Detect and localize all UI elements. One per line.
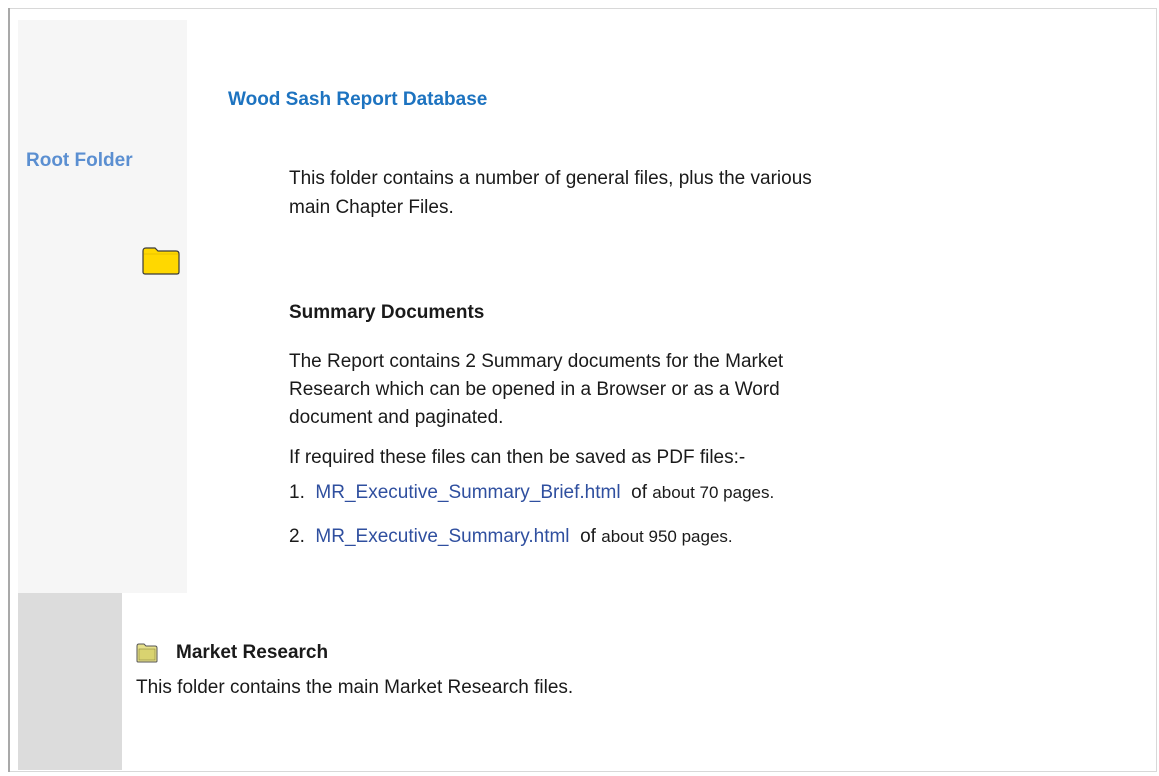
sidebar-panel (18, 20, 187, 593)
list-item: 2. MR_Executive_Summary.html of about 95… (289, 526, 733, 548)
page-title: Wood Sash Report Database (228, 89, 488, 110)
intro-line-1: This folder contains a number of general… (289, 168, 812, 189)
left-divider (8, 8, 10, 772)
list-number: 2. (289, 526, 305, 547)
of-text: of (580, 526, 596, 547)
sidebar-panel-lower (18, 593, 122, 770)
market-research-description: This folder contains the main Market Res… (136, 677, 574, 698)
of-text: of (631, 482, 647, 503)
market-research-title[interactable]: Market Research (176, 642, 328, 664)
list-number: 1. (289, 482, 305, 503)
folder-small-icon[interactable] (136, 643, 158, 663)
pdf-note: If required these files can then be save… (289, 447, 746, 468)
page-count: about 70 pages. (652, 483, 775, 502)
file-link-brief[interactable]: MR_Executive_Summary_Brief.html (315, 482, 620, 503)
file-link-full[interactable]: MR_Executive_Summary.html (315, 526, 569, 547)
page-count: about 950 pages. (601, 527, 733, 546)
list-item: 1. MR_Executive_Summary_Brief.html of ab… (289, 482, 774, 504)
intro-text: This folder contains a number of general… (289, 164, 889, 222)
intro-line-2: main Chapter Files. (289, 197, 454, 218)
root-folder-label[interactable]: Root Folder (26, 150, 133, 172)
folder-icon[interactable] (142, 247, 180, 275)
summary-text: The Report contains 2 Summary documents … (289, 351, 784, 428)
summary-heading: Summary Documents (289, 302, 485, 323)
